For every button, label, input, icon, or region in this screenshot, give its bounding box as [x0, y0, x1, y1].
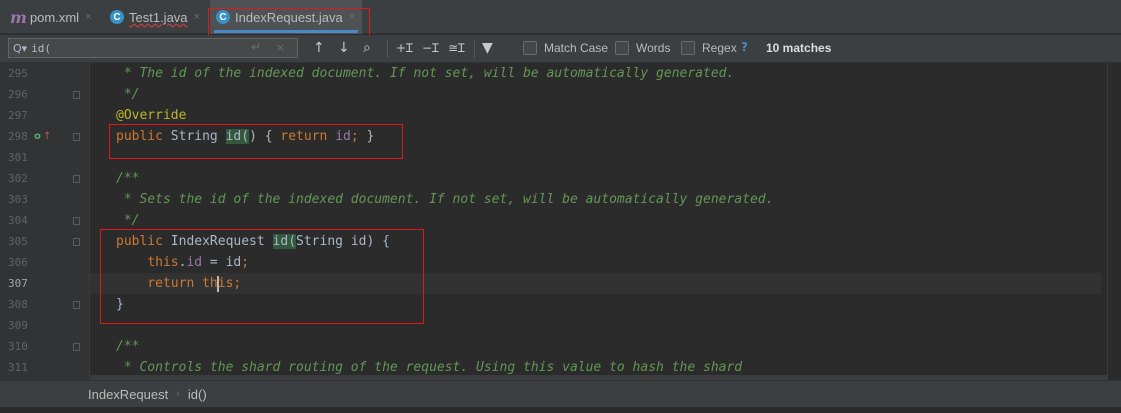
line-number: 298: [8, 130, 28, 143]
tab-label: Test1.java: [129, 9, 188, 25]
match-count: 10 matches: [766, 41, 832, 55]
checkbox[interactable]: [681, 41, 695, 55]
java-class-icon: C: [216, 10, 230, 24]
code-line: */: [116, 213, 140, 228]
code-line: @Override: [116, 108, 187, 123]
tab-label: pom.xml: [29, 9, 80, 25]
line-number: 302: [8, 172, 28, 185]
line-number: 297: [8, 109, 28, 122]
close-icon[interactable]: ×: [85, 11, 91, 23]
tab-pom-xml[interactable]: m pom.xml ×: [10, 0, 100, 34]
search-field[interactable]: Q▾ ↵ ×: [8, 38, 298, 58]
regex-label: Regex: [702, 41, 737, 55]
remove-occurrence-icon[interactable]: −Ɪ: [422, 40, 439, 56]
fold-start-icon[interactable]: [73, 238, 80, 246]
code-line: public String id() { return id; }: [116, 129, 375, 144]
fold-end-icon[interactable]: [73, 91, 80, 99]
line-number: 304: [8, 214, 28, 227]
checkbox[interactable]: [523, 41, 537, 55]
select-all-occurrences-icon[interactable]: ≅Ɪ: [448, 40, 465, 56]
separator: [474, 40, 475, 58]
previous-occurrence-icon[interactable]: ↑: [313, 40, 325, 56]
line-number: 311: [8, 361, 28, 374]
match-case-checkbox[interactable]: Match Case: [523, 41, 608, 55]
fold-end-icon[interactable]: [73, 217, 80, 225]
editor-tab-bar: m pom.xml × C Test1.java × C IndexReques…: [0, 0, 1121, 42]
fold-start-icon[interactable]: [73, 175, 80, 183]
bottom-strip: [0, 407, 1121, 413]
filter-icon[interactable]: ▼: [482, 40, 493, 56]
code-line: public IndexRequest id(String id) {: [116, 234, 390, 249]
code-line: /**: [116, 171, 140, 186]
line-number: 305: [8, 235, 28, 248]
find-all-icon[interactable]: ⌕: [363, 40, 371, 56]
line-number: 306: [8, 256, 28, 269]
line-number: 296: [8, 88, 28, 101]
vertical-scrollbar[interactable]: [1107, 63, 1121, 380]
breadcrumb-class[interactable]: IndexRequest: [88, 387, 168, 402]
code-line: /**: [116, 339, 140, 354]
checkbox[interactable]: [615, 41, 629, 55]
fold-start-icon[interactable]: [73, 343, 80, 351]
regex-checkbox[interactable]: Regex: [681, 41, 737, 55]
line-number: 308: [8, 298, 28, 311]
fold-end-icon[interactable]: [73, 301, 80, 309]
tab-test1-java[interactable]: C Test1.java ×: [110, 0, 206, 34]
search-icon[interactable]: Q▾: [13, 42, 27, 55]
tab-indexrequest-java[interactable]: C IndexRequest.java ×: [210, 0, 362, 34]
implements-method-icon[interactable]: o: [34, 126, 41, 147]
breadcrumb-separator-icon: ›: [176, 388, 180, 400]
find-bar: Q▾ ↵ × ↑ ↓ ⌕ +Ɪ −Ɪ ≅Ɪ ▼ Match Case Words…: [0, 35, 1121, 63]
line-number: 303: [8, 193, 28, 206]
words-label: Words: [636, 41, 671, 55]
line-number: 310: [8, 340, 28, 353]
active-tab-indicator: [214, 30, 358, 33]
overrides-arrow-icon[interactable]: ↑: [43, 126, 51, 147]
breadcrumb-method[interactable]: id(): [188, 387, 207, 402]
line-number: 295: [8, 67, 28, 80]
search-match-highlight: id: [272, 234, 289, 249]
line-number: 309: [8, 319, 28, 332]
maven-icon: m: [10, 7, 27, 27]
newline-icon[interactable]: ↵: [251, 40, 261, 54]
search-input[interactable]: [31, 41, 232, 55]
tab-label: IndexRequest.java: [235, 9, 343, 25]
fold-icon[interactable]: [73, 133, 80, 141]
search-match-highlight: id: [225, 129, 242, 144]
close-icon[interactable]: ×: [194, 11, 200, 23]
line-number-current: 307: [8, 277, 28, 290]
line-number: 301: [8, 151, 28, 164]
java-class-icon: C: [110, 10, 124, 24]
separator: [387, 40, 388, 58]
code-editor[interactable]: 295 296 297 298 301 302 303 304 305 306 …: [0, 63, 1121, 380]
add-occurrence-icon[interactable]: +Ɪ: [396, 40, 413, 56]
match-case-label: Match Case: [544, 41, 609, 55]
regex-help-link[interactable]: ?: [741, 40, 748, 54]
code-line-current: return this;: [147, 275, 242, 292]
code-line: */: [116, 87, 140, 102]
code-line: * The id of the indexed document. If not…: [116, 66, 735, 81]
close-icon[interactable]: ×: [349, 11, 355, 23]
words-checkbox[interactable]: Words: [615, 41, 670, 55]
next-occurrence-icon[interactable]: ↓: [338, 40, 350, 56]
code-line: * Sets the id of the indexed document. I…: [116, 192, 774, 207]
code-line: this.id = id;: [147, 255, 250, 270]
code-line: }: [116, 297, 124, 312]
breadcrumb: IndexRequest › id(): [0, 380, 1121, 407]
clear-icon[interactable]: ×: [276, 41, 285, 54]
